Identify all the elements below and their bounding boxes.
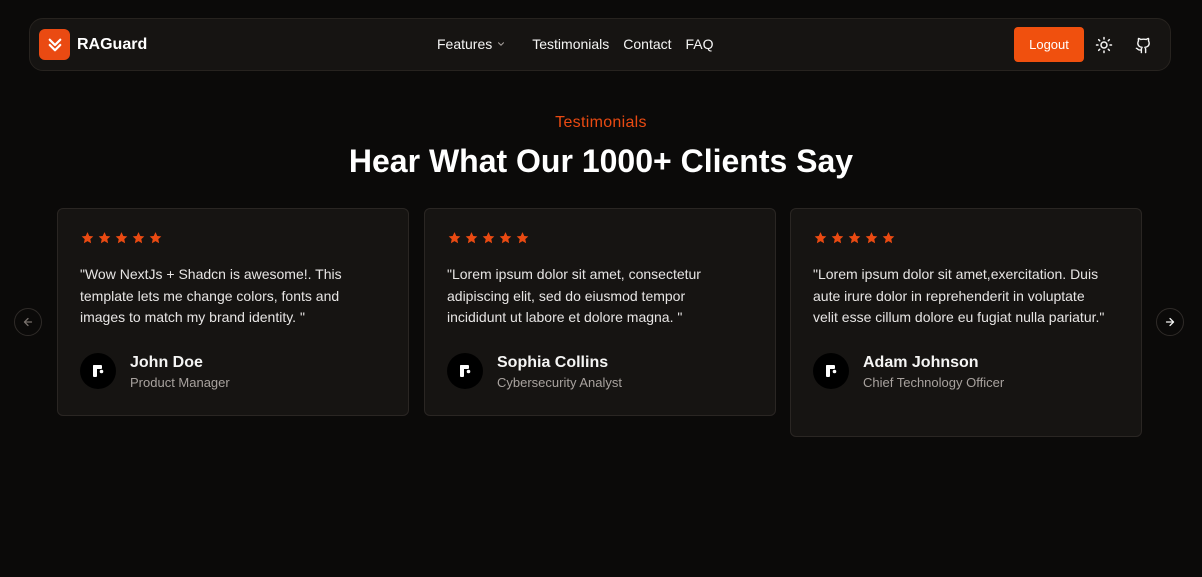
sun-icon[interactable] <box>1094 35 1114 55</box>
brand-link[interactable]: RAGuard <box>39 29 147 60</box>
testimonial-card: "Lorem ipsum dolor sit amet, consectetur… <box>424 208 776 416</box>
section-eyebrow: Testimonials <box>555 114 647 131</box>
testimonial-author: John Doe Product Manager <box>80 353 386 390</box>
logout-button[interactable]: Logout <box>1014 27 1084 62</box>
testimonial-quote: "Wow NextJs + Shadcn is awesome!. This t… <box>80 266 342 325</box>
avatar-logo-icon <box>826 365 837 377</box>
testimonial-card: "Wow NextJs + Shadcn is awesome!. This t… <box>57 208 409 416</box>
star-icon <box>482 232 495 244</box>
star-icon <box>132 232 145 244</box>
testimonial-quote: "Lorem ipsum dolor sit amet, consectetur… <box>447 266 701 325</box>
testimonial-quote: "Lorem ipsum dolor sit amet,exercitation… <box>813 266 1105 325</box>
nav-contact-link[interactable]: Contact <box>623 36 671 52</box>
carousel-next-button[interactable] <box>1156 308 1184 336</box>
star-icon <box>831 232 844 244</box>
main-nav: Features Testimonials Contact FAQ <box>437 36 714 52</box>
testimonial-author: Sophia Collins Cybersecurity Analyst <box>447 353 753 390</box>
star-icon <box>499 232 512 244</box>
star-icon <box>115 232 128 244</box>
author-role: Cybersecurity Analyst <box>497 374 622 390</box>
navbar: RAGuard Features Testimonials Contact FA… <box>29 18 1171 71</box>
testimonial-author: Adam Johnson Chief Technology Officer <box>813 353 1119 390</box>
star-icon <box>149 232 162 244</box>
star-icon <box>465 232 478 244</box>
star-icon <box>848 232 861 244</box>
star-icon <box>882 232 895 244</box>
star-icon <box>98 232 111 244</box>
testimonial-card: "Lorem ipsum dolor sit amet,exercitation… <box>790 208 1142 437</box>
nav-faq-link[interactable]: FAQ <box>686 36 714 52</box>
arrow-left-icon <box>23 317 33 327</box>
star-icon <box>865 232 878 244</box>
star-rating <box>447 231 753 245</box>
author-name: Sophia Collins <box>497 353 609 371</box>
author-role: Chief Technology Officer <box>863 374 1005 390</box>
author-name: Adam Johnson <box>863 353 979 371</box>
star-rating <box>813 231 1119 245</box>
star-icon <box>81 232 94 244</box>
avatar-logo-icon <box>93 365 104 377</box>
star-icon <box>516 232 529 244</box>
avatar-logo-icon <box>460 365 471 377</box>
author-name: John Doe <box>130 353 203 371</box>
avatar <box>447 353 483 389</box>
star-rating <box>80 231 386 245</box>
carousel-prev-button[interactable] <box>14 308 42 336</box>
star-icon <box>448 232 461 244</box>
avatar <box>80 353 116 389</box>
nav-testimonials-link[interactable]: Testimonials <box>532 36 609 52</box>
github-icon[interactable] <box>1133 35 1153 55</box>
star-icon <box>814 232 827 244</box>
avatar <box>813 353 849 389</box>
double-chevron-down-icon <box>39 29 70 60</box>
nav-features-dropdown[interactable]: Features <box>437 36 506 52</box>
chevron-down-icon <box>498 42 505 46</box>
section-heading: Hear What Our 1000+ Clients Say <box>348 143 854 179</box>
nav-features-label: Features <box>437 36 493 52</box>
author-role: Product Manager <box>130 374 230 390</box>
arrow-right-icon <box>1165 317 1175 327</box>
brand-name: RAGuard <box>77 35 148 53</box>
